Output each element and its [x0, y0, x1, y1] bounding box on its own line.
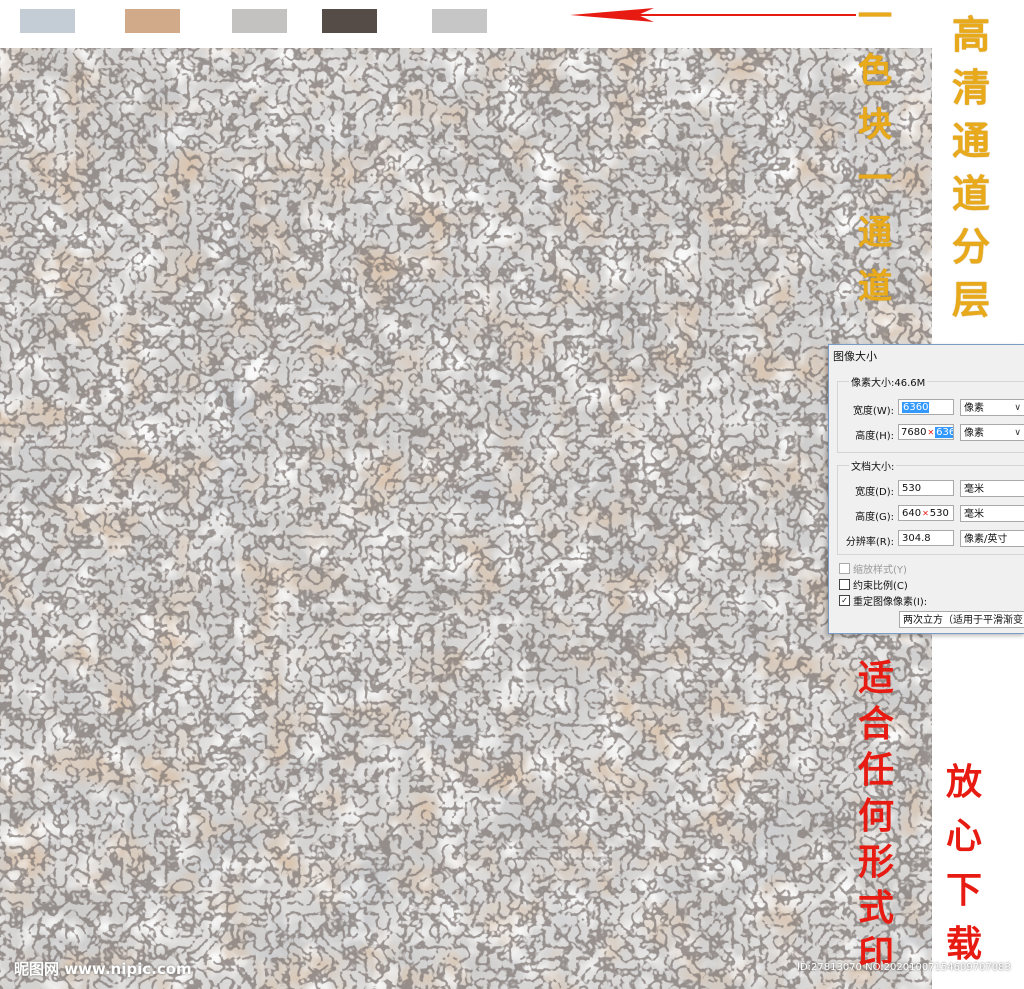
- swatch-dark-brown: [322, 9, 377, 33]
- chevron-down-icon: ∨: [1014, 403, 1021, 413]
- scale-styles-checkbox[interactable]: 缩放样式(Y): [839, 561, 907, 576]
- height-unit-select[interactable]: 像素 ∨: [960, 424, 1024, 441]
- image-size-dialog: 图像大小 像素大小:46.6M 宽度(W): 6360 像素 ∨ 高度(H): 7…: [828, 344, 1024, 634]
- watermark-id: ID:27813070 NO:20201007154609707083: [797, 962, 1011, 973]
- watermark-site: 昵图网 www.nipic.com: [14, 960, 192, 978]
- width-input[interactable]: 6360: [898, 399, 954, 415]
- height-label: 高度(H):: [855, 431, 894, 442]
- cross-mark-icon: ✕: [927, 428, 935, 437]
- dialog-title: 图像大小: [833, 350, 877, 363]
- label-color-block: 一 色 块 一 通 道: [858, 0, 892, 307]
- checkmark-icon: ✓: [839, 595, 850, 606]
- resample-checkbox[interactable]: ✓ 重定图像像素(I):: [839, 593, 927, 608]
- constrain-proportions-checkbox[interactable]: 约束比例(C): [839, 577, 908, 592]
- width-label: 宽度(W):: [852, 406, 894, 417]
- resample-method-select[interactable]: 两次立方（适用于平滑渐变: [899, 611, 1024, 628]
- height-input[interactable]: 7680✕6360: [898, 424, 954, 440]
- pixel-size-label: 像素大小:46.6M: [849, 374, 928, 389]
- doc-height-label: 高度(G):: [855, 512, 894, 523]
- label-download: 放 心 下 载: [946, 761, 983, 965]
- crackle-texture-image: [0, 48, 932, 989]
- document-size-label: 文档大小:: [849, 458, 897, 473]
- doc-height-input[interactable]: 640✕530: [898, 505, 954, 521]
- doc-width-label: 宽度(D):: [855, 487, 894, 498]
- doc-width-input[interactable]: 530: [898, 480, 954, 496]
- pixel-size-group: [837, 381, 1024, 453]
- resolution-label: 分辨率(R):: [845, 537, 894, 548]
- doc-height-unit-select[interactable]: 毫米: [960, 505, 1024, 522]
- width-unit-select[interactable]: 像素 ∨: [960, 399, 1024, 416]
- swatch-blue-gray: [20, 9, 75, 33]
- label-hd-channel: 高 清 通 道 分 层: [952, 12, 991, 322]
- arrow-left-icon: [570, 8, 856, 22]
- cross-mark-icon: ✕: [922, 509, 929, 518]
- resolution-input[interactable]: 304.8: [898, 530, 954, 546]
- chevron-down-icon: ∨: [1014, 428, 1021, 438]
- label-suitable-print: 适 合 任 何 形 式 印: [858, 657, 895, 975]
- doc-width-unit-select[interactable]: 毫米: [960, 480, 1024, 497]
- swatch-tan: [125, 9, 180, 33]
- resolution-unit-select[interactable]: 像素/英寸: [960, 530, 1024, 547]
- swatch-silver: [432, 9, 487, 33]
- swatch-light-gray: [232, 9, 287, 33]
